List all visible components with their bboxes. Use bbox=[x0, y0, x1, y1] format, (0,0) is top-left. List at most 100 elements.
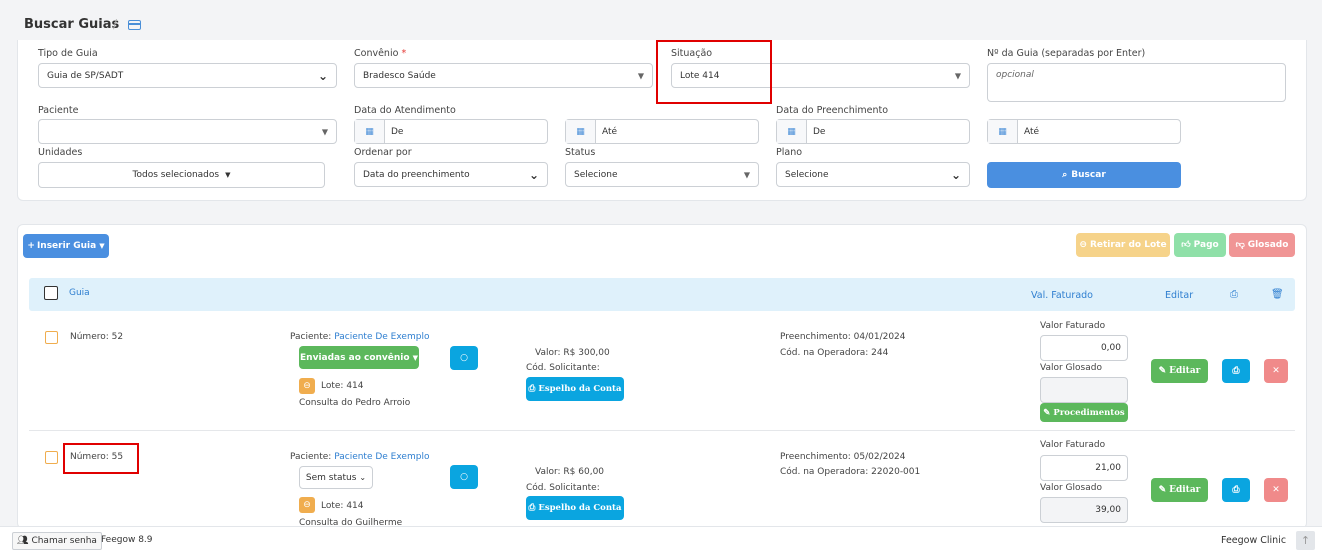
vf-label: Valor Faturado bbox=[1040, 440, 1106, 450]
espelho-button[interactable]: ⎙ Espelho da Conta bbox=[526, 496, 624, 520]
nguia-label: Nº da Guia (separadas por Enter) bbox=[987, 48, 1146, 59]
ate-placeholder: Até bbox=[1024, 126, 1040, 137]
nguia-textarea[interactable]: opcional bbox=[987, 63, 1286, 102]
vg-label: Valor Glosado bbox=[1040, 363, 1102, 373]
paciente-link[interactable]: Paciente De Exemplo bbox=[334, 452, 429, 462]
status-dropdown[interactable]: Enviadas ao convênio ▼ bbox=[299, 346, 419, 369]
paciente-select[interactable]: ▼ bbox=[38, 119, 337, 144]
preench-ate-input[interactable]: ▦ Até bbox=[987, 119, 1181, 144]
chamar-senha-button[interactable]: 👥︎ Chamar senha bbox=[12, 532, 102, 550]
paciente-label: Paciente bbox=[38, 105, 79, 116]
convenio-select[interactable]: Bradesco Saúde ▼ bbox=[354, 63, 653, 88]
unidades-dropdown[interactable]: Todos selecionados ▼ bbox=[38, 162, 325, 188]
arrow-up-icon: ↑ bbox=[1300, 534, 1311, 547]
col-val-faturado[interactable]: Val. Faturado bbox=[1031, 290, 1093, 301]
comment-icon: ○ bbox=[460, 353, 468, 363]
unidades-label: Unidades bbox=[38, 147, 83, 158]
ordenar-select[interactable]: Data do preenchimento ⌄ bbox=[354, 162, 548, 187]
convenio-label-text: Convênio bbox=[354, 48, 399, 59]
row-checkbox[interactable] bbox=[45, 451, 58, 464]
vf-label: Valor Faturado bbox=[1040, 321, 1106, 331]
edit-icon: ✎ bbox=[1043, 407, 1051, 418]
pago-button[interactable]: 👍︎ Pago bbox=[1174, 233, 1226, 257]
chevron-down-icon: ⌄ bbox=[359, 473, 367, 482]
row-checkbox[interactable] bbox=[45, 331, 58, 344]
comment-button[interactable]: ○ bbox=[450, 465, 478, 489]
data-preench-label: Data do Preenchimento bbox=[776, 105, 889, 116]
tipo-label: Tipo de Guia bbox=[38, 48, 98, 59]
editar-label: Editar bbox=[1169, 366, 1201, 376]
glosado-button[interactable]: 👎︎ Glosado bbox=[1229, 233, 1295, 257]
editar-button[interactable]: ✎ Editar bbox=[1151, 478, 1208, 502]
editar-label: Editar bbox=[1169, 485, 1201, 495]
chamar-label: Chamar senha bbox=[31, 536, 97, 546]
editar-button[interactable]: ✎ Editar bbox=[1151, 359, 1208, 383]
row-cod-sol: Cód. Solicitante: bbox=[526, 363, 600, 373]
row-preenchimento: Preenchimento: 05/02/2024 bbox=[780, 452, 906, 462]
calendar-icon: ▦ bbox=[988, 120, 1018, 143]
select-all-checkbox[interactable] bbox=[44, 286, 58, 300]
valor-faturado-input[interactable]: 21,00 bbox=[1040, 455, 1128, 481]
status-value: Enviadas ao convênio bbox=[300, 352, 410, 363]
retirar-lote-button[interactable]: ⊖ Retirar do Lote bbox=[1076, 233, 1170, 257]
breadcrumb-separator: / bbox=[113, 17, 118, 31]
row-valor: Valor: R$ 60,00 bbox=[535, 467, 605, 477]
credit-card-icon bbox=[128, 20, 141, 30]
vg-label: Valor Glosado bbox=[1040, 483, 1102, 493]
print-button[interactable]: ⎙ bbox=[1222, 359, 1250, 383]
convenio-value: Bradesco Saúde bbox=[363, 70, 436, 81]
atend-de-input[interactable]: ▦ De bbox=[354, 119, 548, 144]
plus-icon: + bbox=[27, 241, 35, 251]
valor-glosado-input[interactable]: 39,00 bbox=[1040, 497, 1128, 523]
inserir-guia-button[interactable]: + Inserir Guia ▼ bbox=[23, 234, 109, 258]
pago-label: Pago bbox=[1193, 240, 1219, 250]
row-paciente: Paciente: Paciente De Exemplo bbox=[290, 452, 429, 462]
inserir-label: Inserir Guia bbox=[36, 241, 97, 251]
row-lote: Lote: 414 bbox=[321, 381, 364, 391]
caret-down-icon: ▼ bbox=[743, 170, 750, 179]
required-mark: * bbox=[401, 48, 407, 59]
plano-select[interactable]: Selecione ⌄ bbox=[776, 162, 970, 187]
scroll-top-button[interactable]: ↑ bbox=[1296, 531, 1315, 550]
caret-down-icon: ▼ bbox=[637, 71, 644, 80]
col-guia[interactable]: Guia bbox=[69, 288, 90, 298]
unidades-value: Todos selecionados bbox=[132, 170, 220, 180]
valor-glosado-input[interactable] bbox=[1040, 377, 1128, 403]
trash-icon[interactable]: 🗑︎ bbox=[1271, 289, 1284, 300]
buscar-button[interactable]: ⌕ Buscar bbox=[987, 162, 1181, 188]
lote-icon: ⊖ bbox=[299, 378, 315, 394]
nguia-placeholder: opcional bbox=[996, 70, 1034, 80]
valor-faturado-input[interactable]: 0,00 bbox=[1040, 335, 1128, 361]
row-paciente: Paciente: Paciente De Exemplo bbox=[290, 332, 429, 342]
de-placeholder: De bbox=[391, 126, 404, 137]
caret-down-icon: ▼ bbox=[225, 171, 231, 179]
tipo-value: Guia de SP/SADT bbox=[47, 70, 124, 81]
calendar-icon: ▦ bbox=[566, 120, 596, 143]
print-icon[interactable]: ⎙ bbox=[1230, 289, 1238, 300]
preench-de-input[interactable]: ▦ De bbox=[776, 119, 970, 144]
de-placeholder: De bbox=[813, 126, 826, 137]
tipo-select[interactable]: Guia de SP/SADT ⌄ bbox=[38, 63, 337, 88]
brand-label: Feegow Clinic bbox=[1221, 535, 1287, 546]
highlight-situacao bbox=[656, 40, 772, 104]
row-cod-operadora: Cód. na Operadora: 244 bbox=[780, 348, 889, 358]
delete-button[interactable]: ✕ bbox=[1264, 478, 1288, 502]
atend-ate-input[interactable]: ▦ Até bbox=[565, 119, 759, 144]
delete-button[interactable]: ✕ bbox=[1264, 359, 1288, 383]
print-icon: ⎙ bbox=[1232, 485, 1240, 495]
status-dropdown[interactable]: Sem status ⌄ bbox=[299, 466, 373, 489]
status-select[interactable]: Selecione ▼ bbox=[565, 162, 759, 187]
chevron-down-icon: ▼ bbox=[412, 353, 418, 362]
row-divider bbox=[29, 430, 1295, 431]
print-button[interactable]: ⎙ bbox=[1222, 478, 1250, 502]
highlight-numero bbox=[63, 443, 139, 474]
close-icon: ✕ bbox=[1272, 485, 1280, 495]
espelho-label: Espelho da Conta bbox=[538, 384, 622, 394]
paciente-link[interactable]: Paciente De Exemplo bbox=[334, 332, 429, 342]
espelho-button[interactable]: ⎙ Espelho da Conta bbox=[526, 377, 624, 401]
plano-label: Plano bbox=[776, 147, 803, 158]
comment-button[interactable]: ○ bbox=[450, 346, 478, 370]
procedimentos-button[interactable]: ✎ Procedimentos bbox=[1040, 403, 1128, 422]
glosado-label: Glosado bbox=[1247, 240, 1289, 250]
thumbs-up-icon: 👍︎ bbox=[1181, 240, 1191, 250]
